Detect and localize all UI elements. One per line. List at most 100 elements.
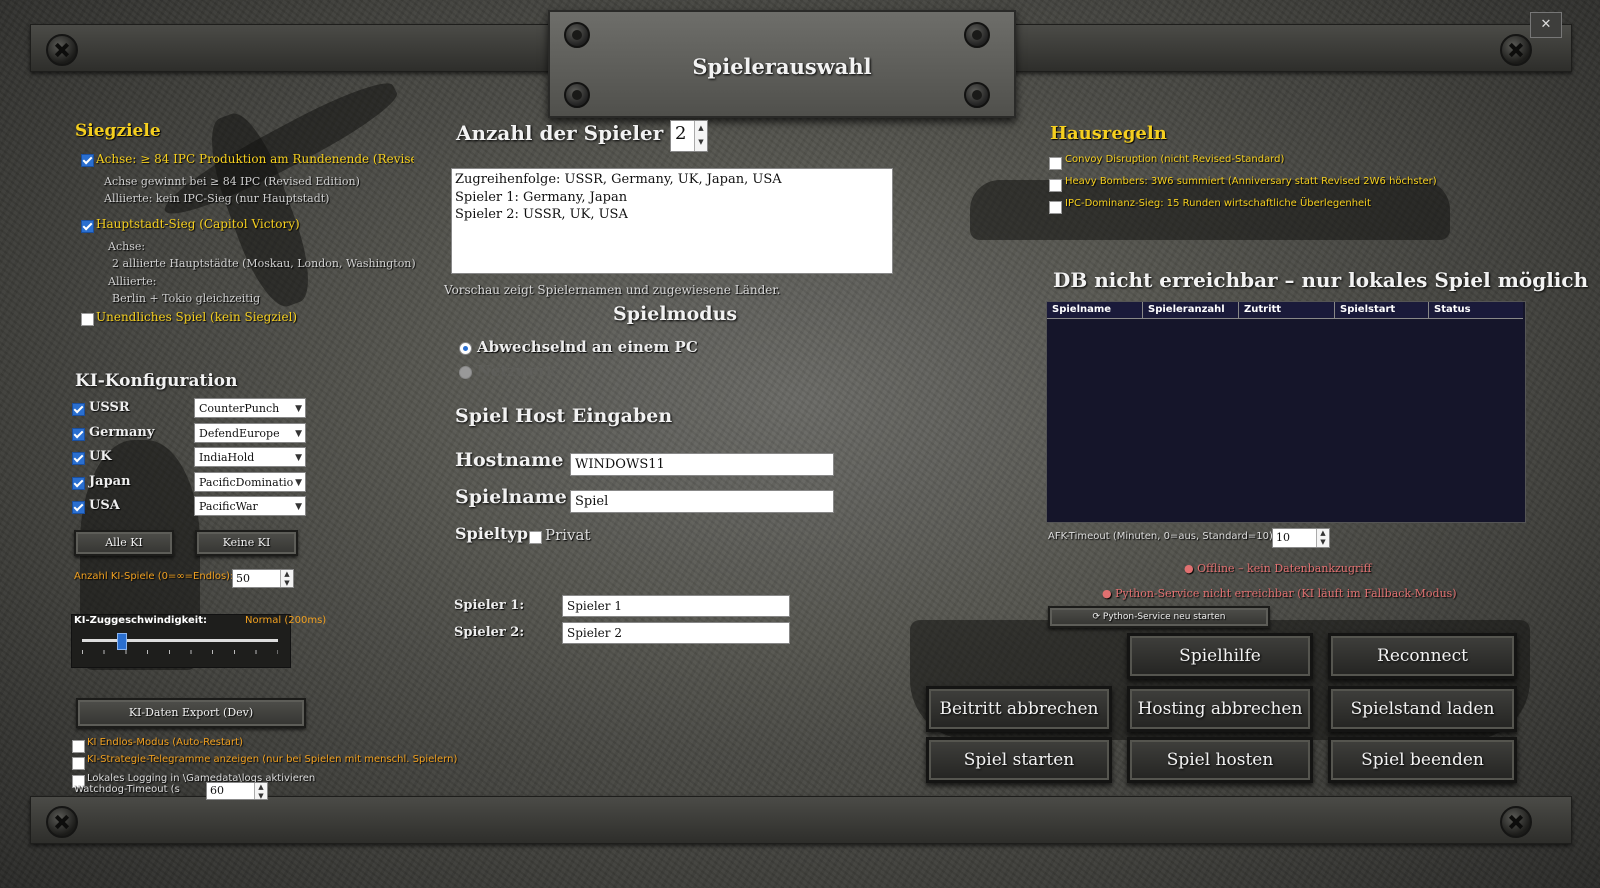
close-button[interactable]: ✕ [1530,12,1562,38]
player2-field[interactable]: Spieler 2 [562,622,790,644]
player2-label: Spieler 2: [454,625,525,640]
ai-speed-value-label: Normal (200ms) [245,615,327,626]
ai-games-stepper[interactable]: 50 ▲ ▼ [232,569,294,588]
ai-strategy-select-japan[interactable]: PacificDominatior ▼ [194,472,306,492]
ai-player-checkbox-germany[interactable] [72,428,85,441]
capital-victory-label: Hauptstadt-Sieg (Capitol Victory) [96,217,300,231]
ai-player-checkbox-usa[interactable] [72,501,85,514]
watchdog-value: 60 [210,784,224,797]
player-count-label: Anzahl der Spieler [456,121,664,145]
lobby-games-table[interactable]: Spielname Spieleranzahl Zutritt Spielsta… [1046,301,1526,523]
quit-game-button[interactable]: Spiel beenden [1328,737,1517,783]
chevron-down-icon: ▼ [293,424,302,442]
column-header[interactable]: Status [1429,302,1523,318]
column-header[interactable]: Spielname [1047,302,1143,318]
chevron-down-icon: ▼ [293,448,302,466]
ai-player-checkbox-japan[interactable] [72,477,85,490]
house-rule-checkbox-convoy[interactable] [1049,157,1062,170]
ai-speed-track [82,639,278,642]
axis-production-label: Achse: ≥ 84 IPC Produktion am Rundenende… [96,152,414,166]
mode-network-radio[interactable] [459,366,472,379]
cancel-join-button[interactable]: Beitritt abbrechen [926,686,1112,732]
chevron-down-icon: ▼ [293,399,302,417]
capital-axis-title: Achse: [108,240,146,253]
axis-production-checkbox[interactable] [81,154,94,167]
afk-timeout-value: 10 [1276,531,1290,544]
ai-data-export-button[interactable]: KI-Daten Export (Dev) [76,698,306,728]
title-plate: Spielerauswahl [548,10,1016,118]
house-rule-label-convoy: Convoy Disruption (nicht Revised-Standar… [1065,154,1285,165]
ai-strategy-select-germany[interactable]: DefendEurope ▼ [194,423,306,443]
preview-caption: Vorschau zeigt Spielernamen und zugewies… [444,283,781,297]
house-rule-checkbox-ipc[interactable] [1049,201,1062,214]
stepper-arrows-icon: ▲ ▼ [694,121,707,151]
gamename-label: Spielname [455,486,567,508]
screw-icon [1500,34,1532,66]
ai-strategy-select-uk[interactable]: IndiaHold ▼ [194,447,306,467]
preview-line: Zugreihenfolge: USSR, Germany, UK, Japan… [455,172,782,187]
house-rule-checkbox-bombers[interactable] [1049,179,1062,192]
ai-strategy-select-ussr[interactable]: CounterPunch ▼ [194,398,306,418]
bolt-icon [964,22,990,48]
endless-game-checkbox[interactable] [81,313,94,326]
capital-allies-text: Berlin + Tokio gleichzeitig [112,292,261,305]
load-game-button[interactable]: Spielstand laden [1328,686,1517,732]
chevron-down-icon: ▼ [293,473,302,491]
watchdog-stepper[interactable]: 60 ▲ ▼ [206,782,268,800]
reconnect-button[interactable]: Reconnect [1328,633,1517,679]
ai-config-heading: KI-Konfiguration [75,371,238,391]
hostname-field[interactable]: WINDOWS11 [570,453,834,476]
player-count-value: 2 [675,123,687,144]
house-rule-label-bombers: Heavy Bombers: 3W6 summiert (Anniversary… [1065,176,1437,187]
mode-network-label: Netzwerk [477,362,557,380]
offline-status: ● Offline – kein Datenbankzugriff [1184,562,1372,575]
no-ai-button[interactable]: Keine KI [195,530,298,556]
ai-player-name-uk: UK [89,449,112,464]
ai-player-checkbox-ussr[interactable] [72,403,85,416]
stepper-arrows-icon: ▲ ▼ [254,783,267,800]
game-help-button[interactable]: Spielhilfe [1127,633,1313,679]
screw-icon [1500,806,1532,838]
bolt-icon [564,22,590,48]
ai-endless-mode-checkbox[interactable] [72,740,85,753]
host-game-button[interactable]: Spiel hosten [1127,737,1313,783]
ai-player-name-germany: Germany [89,425,155,440]
all-ai-button[interactable]: Alle KI [74,530,174,556]
ai-player-checkbox-uk[interactable] [72,452,85,465]
mode-local-radio[interactable] [459,342,472,355]
column-header[interactable]: Spielstart [1335,302,1429,318]
afk-timeout-label: AFK-Timeout (Minuten, 0=aus, Standard=10… [1048,531,1277,542]
ai-speed-slider-thumb[interactable] [117,633,128,650]
ai-player-name-ussr: USSR [89,400,130,415]
private-checkbox[interactable] [529,531,542,544]
column-header[interactable]: Spieleranzahl [1143,302,1239,318]
host-inputs-heading: Spiel Host Eingaben [455,405,673,427]
ai-strategy-select-usa[interactable]: PacificWar ▼ [194,496,306,516]
player1-field[interactable]: Spieler 1 [562,595,790,617]
capital-victory-checkbox[interactable] [81,220,94,233]
ai-telegram-checkbox[interactable] [72,757,85,770]
ai-speed-ticks [82,650,278,654]
screw-icon [46,806,78,838]
ai-strategy-value: PacificDominatior [199,476,299,489]
db-status-heading: DB nicht erreichbar – nur lokales Spiel … [1053,268,1589,292]
afk-timeout-stepper[interactable]: 10 ▲ ▼ [1272,528,1330,548]
player-count-stepper[interactable]: 2 ▲ ▼ [670,120,708,152]
ai-strategy-value: IndiaHold [199,451,255,464]
ai-strategy-value: CounterPunch [199,402,280,415]
cancel-hosting-button[interactable]: Hosting abbrechen [1127,686,1313,732]
gamename-field[interactable]: Spiel [570,490,834,513]
start-game-button[interactable]: Spiel starten [926,737,1112,783]
capital-allies-title: Alliierte: [108,275,157,288]
preview-line: Spieler 2: USSR, UK, USA [455,207,628,222]
table-header: Spielname Spieleranzahl Zutritt Spielsta… [1047,302,1523,319]
screw-icon [46,34,78,66]
ai-endless-mode-label: KI Endlos-Modus (Auto-Restart) [87,737,243,748]
private-label: Privat [545,526,591,544]
preview-line: Spieler 1: Germany, Japan [455,189,628,205]
ai-games-label: Anzahl KI-Spiele (0=∞=Endlos): [74,571,234,582]
restart-python-service-button[interactable]: ⟳ Python-Service neu starten [1048,606,1270,628]
local-logging-label: Lokales Logging in \Gamedata\logs aktivi… [87,773,316,784]
window-title: Spielerauswahl [692,54,872,79]
column-header[interactable]: Zutritt [1239,302,1335,318]
